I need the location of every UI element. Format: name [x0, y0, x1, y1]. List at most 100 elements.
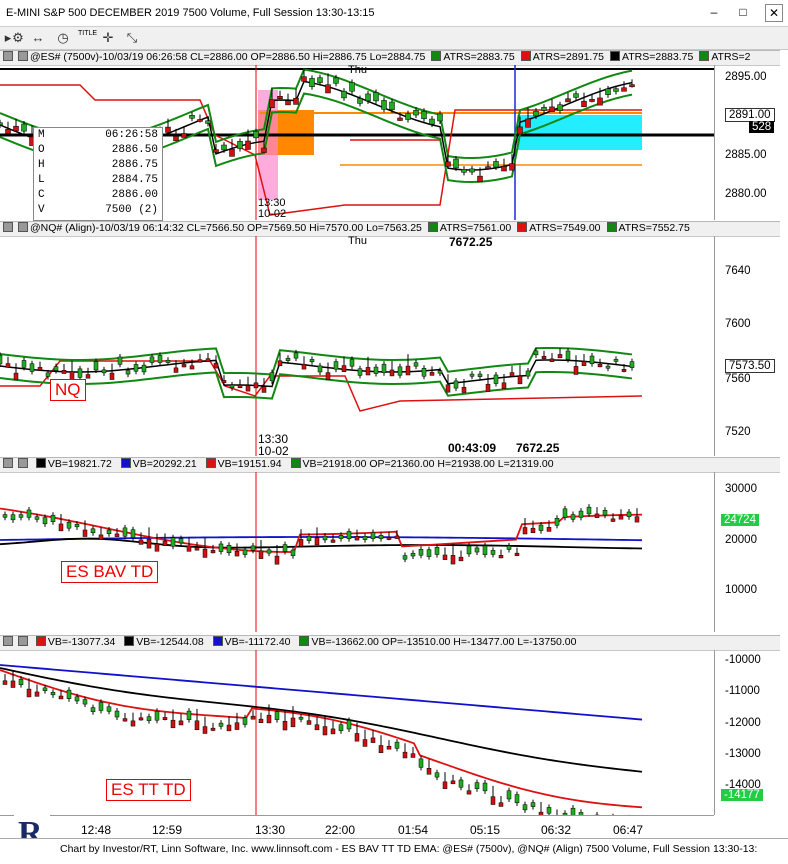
nq-candle [198, 360, 202, 363]
es-candle [558, 105, 563, 111]
panel-swatch-icon[interactable] [18, 636, 28, 646]
nq-candle [38, 367, 42, 370]
bav-candle [259, 551, 263, 559]
tt-candle [27, 689, 31, 697]
crosshair-icon[interactable]: ✛ [100, 30, 116, 46]
panel-swatch-icon[interactable] [3, 636, 13, 646]
es-candle [214, 150, 219, 153]
bav-candle [291, 550, 295, 556]
tt-candle [195, 721, 199, 730]
bar-timer-value: 7672.25 [516, 441, 559, 455]
es-candle [614, 89, 619, 92]
series-value: VB=-13662.00 OP=-13510.00 H=-13477.00 L=… [311, 636, 576, 648]
tt-candle [403, 752, 407, 758]
nq-candle [166, 360, 170, 362]
tt-candle [267, 715, 271, 723]
nq-candle [318, 366, 322, 372]
panel-swatch-icon[interactable] [18, 222, 28, 232]
window-titlebar: E-MINI S&P 500 DECEMBER 2019 7500 Volume… [0, 0, 788, 27]
bar-timer: 00:43:09 [448, 441, 496, 455]
series-value: VB=19821.72 [48, 458, 112, 470]
bav-candle [35, 517, 39, 520]
title-button[interactable]: TITLE [78, 30, 97, 37]
nq-price-panel[interactable] [0, 236, 714, 456]
clock-icon[interactable]: ◷ [55, 30, 71, 46]
nq-candle [542, 356, 546, 358]
bav-candle [195, 548, 199, 551]
nq-candle [270, 373, 274, 381]
expand-icon[interactable]: ⤡ [124, 30, 140, 46]
panel-swatch-icon[interactable] [18, 51, 28, 61]
es-candle [518, 127, 523, 134]
nq-candle [246, 385, 250, 391]
panel-swatch-icon[interactable] [3, 51, 13, 61]
nq-candle [478, 374, 482, 377]
nq-candle [510, 373, 514, 377]
tt-candle [387, 746, 391, 749]
maximize-button[interactable]: □ [735, 4, 751, 20]
panel-swatch-icon[interactable] [18, 458, 28, 468]
es-candle [166, 127, 171, 132]
es-candle [222, 145, 227, 150]
nq-candle [326, 373, 330, 380]
bav-candle [347, 531, 351, 538]
axis-label: 7560 [725, 373, 751, 385]
tt-candle [211, 728, 215, 730]
es-candle [358, 98, 363, 103]
nq-candle [582, 361, 586, 365]
bav-candle [499, 555, 503, 558]
minimize-button[interactable]: – [706, 4, 722, 20]
bav-candle [587, 507, 591, 514]
nq-candle [470, 374, 474, 376]
tt-candle [51, 692, 55, 695]
nq-candle [62, 370, 66, 373]
bav-candle [563, 509, 567, 518]
bav-candle [11, 515, 15, 520]
gear-icon[interactable]: ⚙ [10, 30, 26, 46]
nq-top-value: 7672.25 [449, 235, 492, 249]
window-title: E-MINI S&P 500 DECEMBER 2019 7500 Volume… [6, 7, 375, 19]
bav-candle [531, 528, 535, 533]
es-candle [510, 164, 515, 171]
ohlc-row: H2886.75 [34, 158, 162, 173]
nq-candle [206, 359, 210, 362]
bav-candle [555, 518, 559, 525]
tt-candle [187, 711, 191, 720]
panel-swatch-icon[interactable] [3, 458, 13, 468]
es-time-marker-date: 10-02 [258, 208, 286, 220]
tt-candle [163, 717, 167, 719]
blue-line [0, 665, 642, 720]
tt-candle [115, 711, 119, 717]
tt-candle [379, 746, 383, 753]
tt-candle [171, 720, 175, 728]
es-candle [174, 136, 179, 140]
bav-candle [515, 553, 519, 555]
es-candle [6, 129, 11, 134]
es-candle [486, 167, 491, 169]
range-icon[interactable]: ↔ [30, 30, 46, 46]
atr-value: ATRS=7561.00 [440, 222, 511, 234]
es-panel-header: @ES# (7500v)-10/03/19 06:26:58 CL=2886.0… [0, 50, 780, 66]
bav-indicator-panel[interactable] [0, 472, 714, 632]
series-swatch [213, 636, 223, 646]
close-button[interactable]: ✕ [765, 4, 783, 22]
bav-candle [579, 511, 583, 517]
status-bar: Chart by Investor/RT, Linn Software, Inc… [0, 838, 788, 864]
atr-value: ATRS=2883.75 [443, 51, 514, 63]
es-candle [206, 121, 211, 124]
es-candle [390, 102, 395, 110]
axis-label: 20000 [725, 534, 757, 546]
nq-candle [630, 362, 634, 368]
es-candle [302, 77, 307, 82]
panel-swatch-icon[interactable] [3, 222, 13, 232]
tt-candle [19, 679, 23, 684]
bav-candle [283, 545, 287, 552]
tt-candle [371, 738, 375, 743]
nq-candle [222, 380, 226, 382]
es-candle [262, 148, 267, 153]
atr-value: ATRS=2 [711, 51, 750, 63]
nq-candle [462, 387, 466, 392]
bav-candle [251, 546, 255, 550]
bav-indicator-chart [0, 472, 714, 632]
nq-candle [182, 364, 186, 367]
